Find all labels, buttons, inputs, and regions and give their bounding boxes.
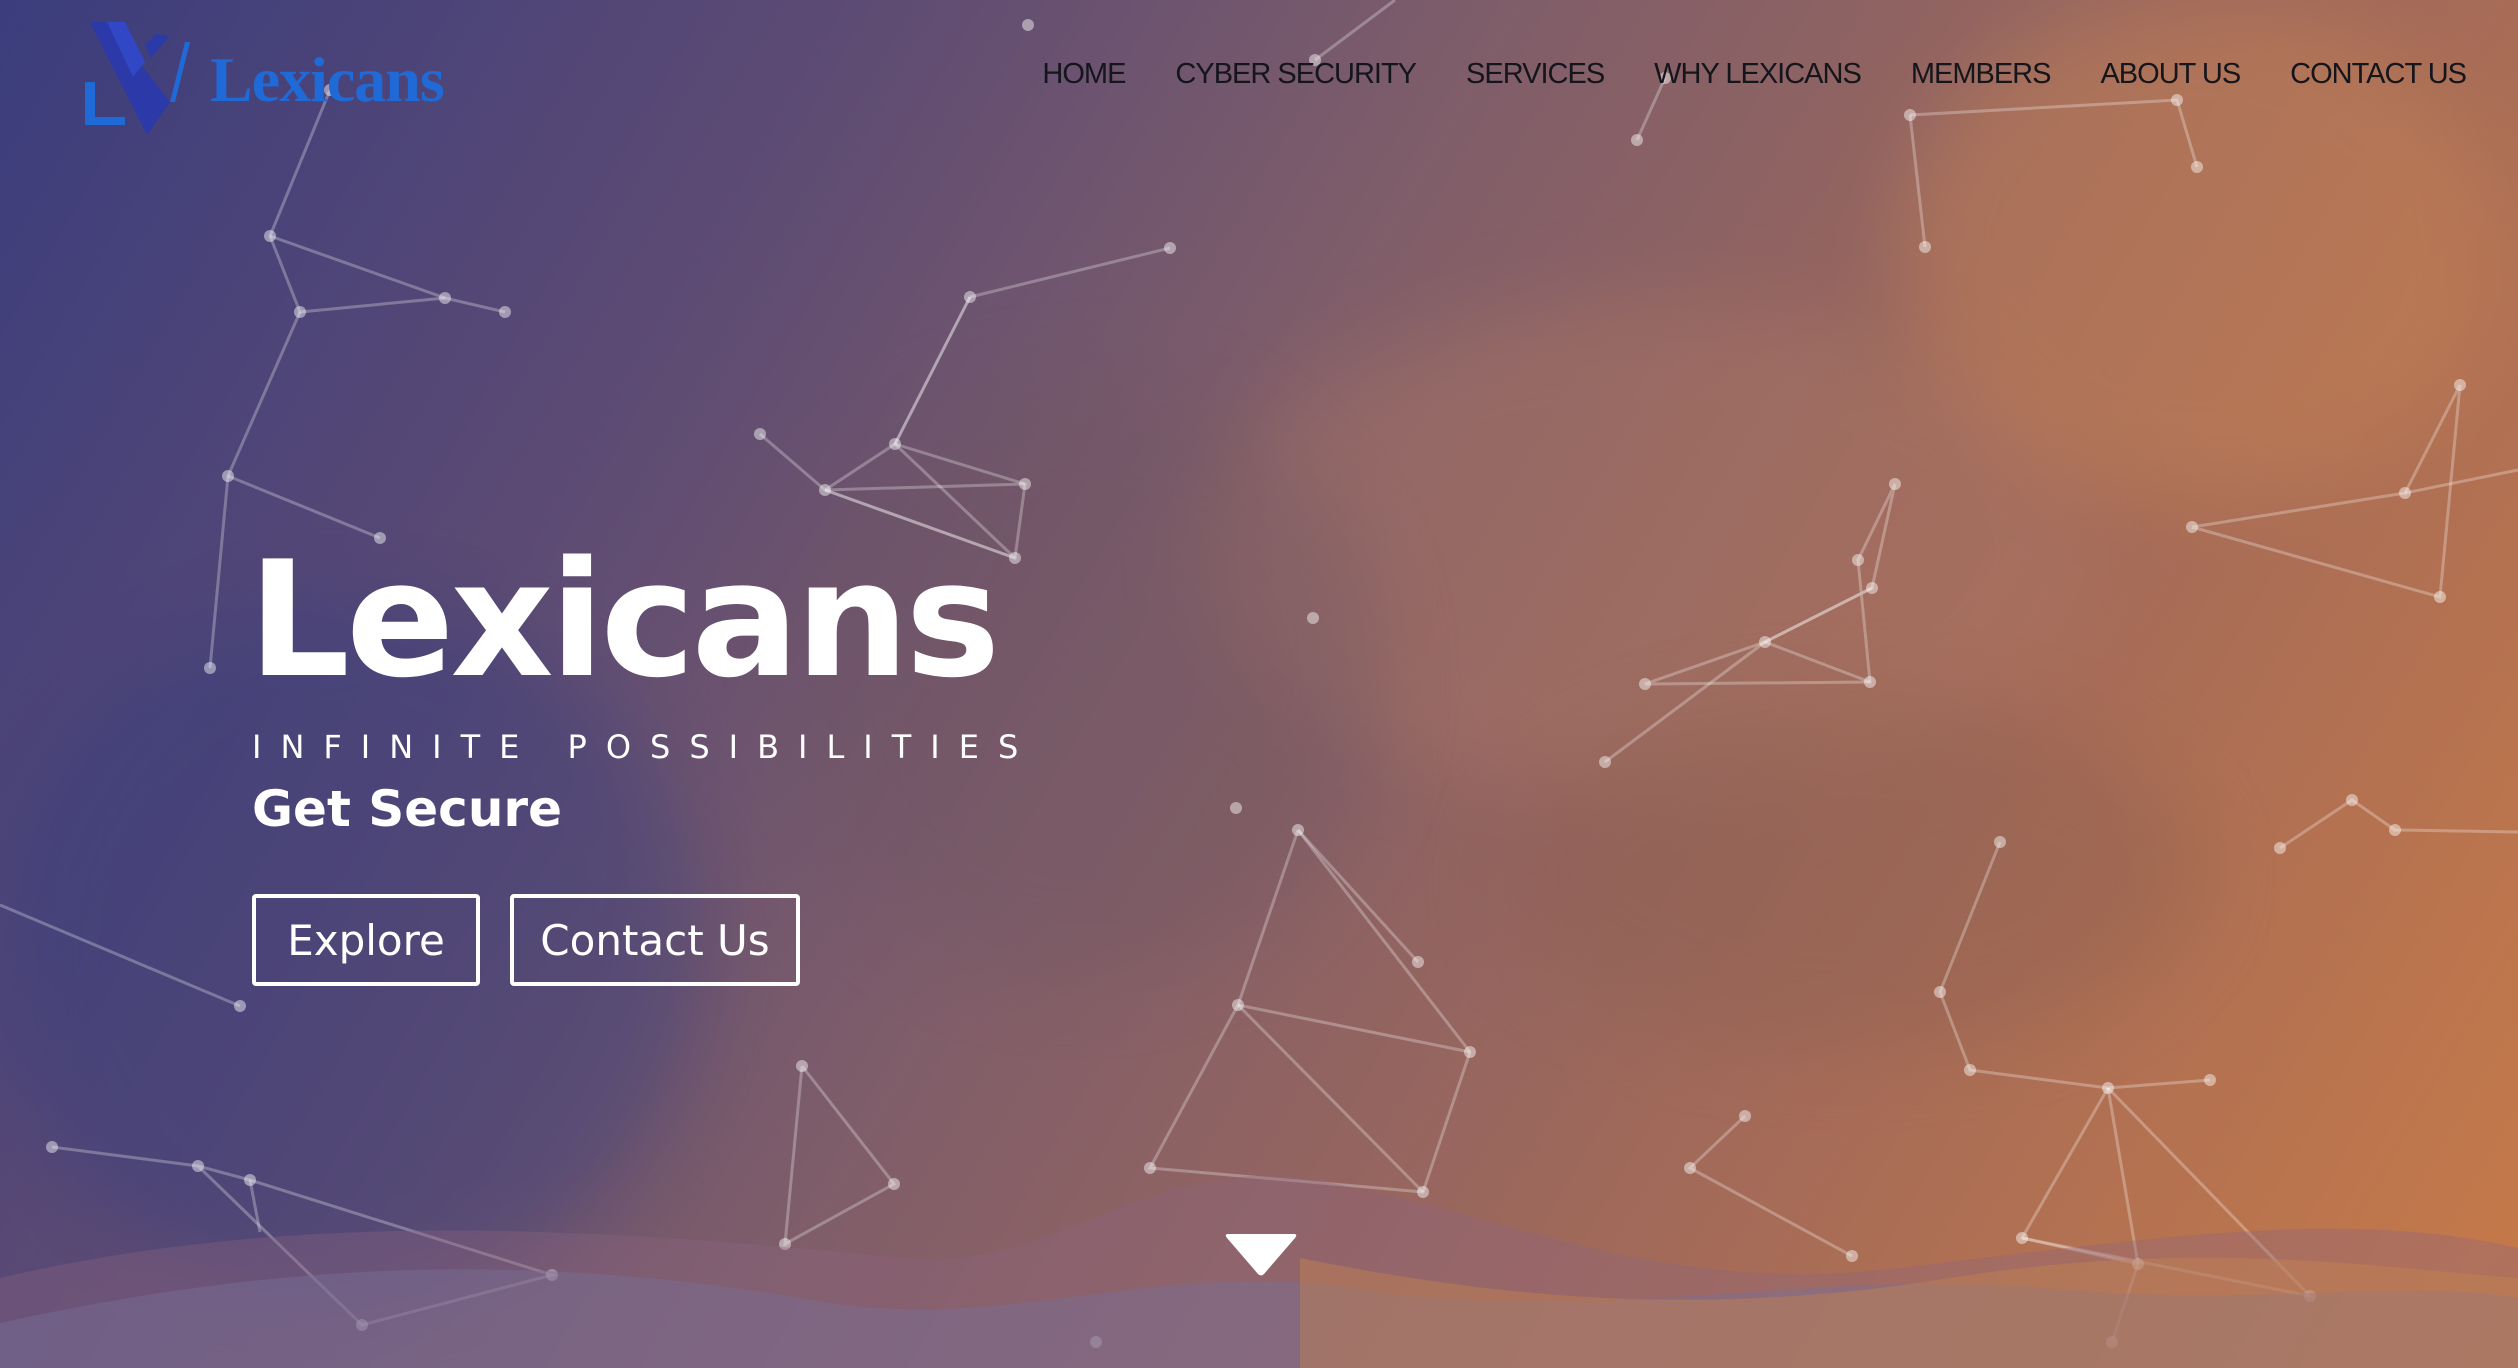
brand-logo[interactable]: Lexicans: [85, 22, 445, 137]
nav-item-members[interactable]: MEMBERS: [1911, 58, 2052, 91]
nav-item-contact-us[interactable]: CONTACT US: [2290, 58, 2467, 91]
nav-item-services[interactable]: SERVICES: [1466, 58, 1605, 91]
hero-buttons: Explore Contact Us: [252, 894, 800, 986]
nav-item-about-us[interactable]: ABOUT US: [2100, 58, 2241, 91]
triangle-down-icon[interactable]: [1224, 1230, 1298, 1278]
hero-subtitle: Get Secure: [252, 780, 562, 838]
nav-item-why-lexicans[interactable]: WHY LEXICANS: [1654, 58, 1862, 91]
site-header: Lexicans HOME CYBER SECURITY SERVICES WH…: [0, 0, 2518, 160]
lexicans-logo-icon: [85, 22, 190, 135]
contact-us-button[interactable]: Contact Us: [510, 894, 800, 986]
hero-section: Lexicans HOME CYBER SECURITY SERVICES WH…: [0, 0, 2518, 1368]
nav-item-home[interactable]: HOME: [1042, 58, 1126, 91]
hero-title: Lexicans: [248, 526, 1000, 713]
brand-name: Lexicans: [210, 43, 445, 115]
nav-item-cyber-security[interactable]: CYBER SECURITY: [1175, 58, 1417, 91]
explore-button[interactable]: Explore: [252, 894, 480, 986]
main-nav: HOME CYBER SECURITY SERVICES WHY LEXICAN…: [1042, 58, 2467, 91]
hero-tagline: INFINITE POSSIBILITIES: [252, 728, 1038, 766]
